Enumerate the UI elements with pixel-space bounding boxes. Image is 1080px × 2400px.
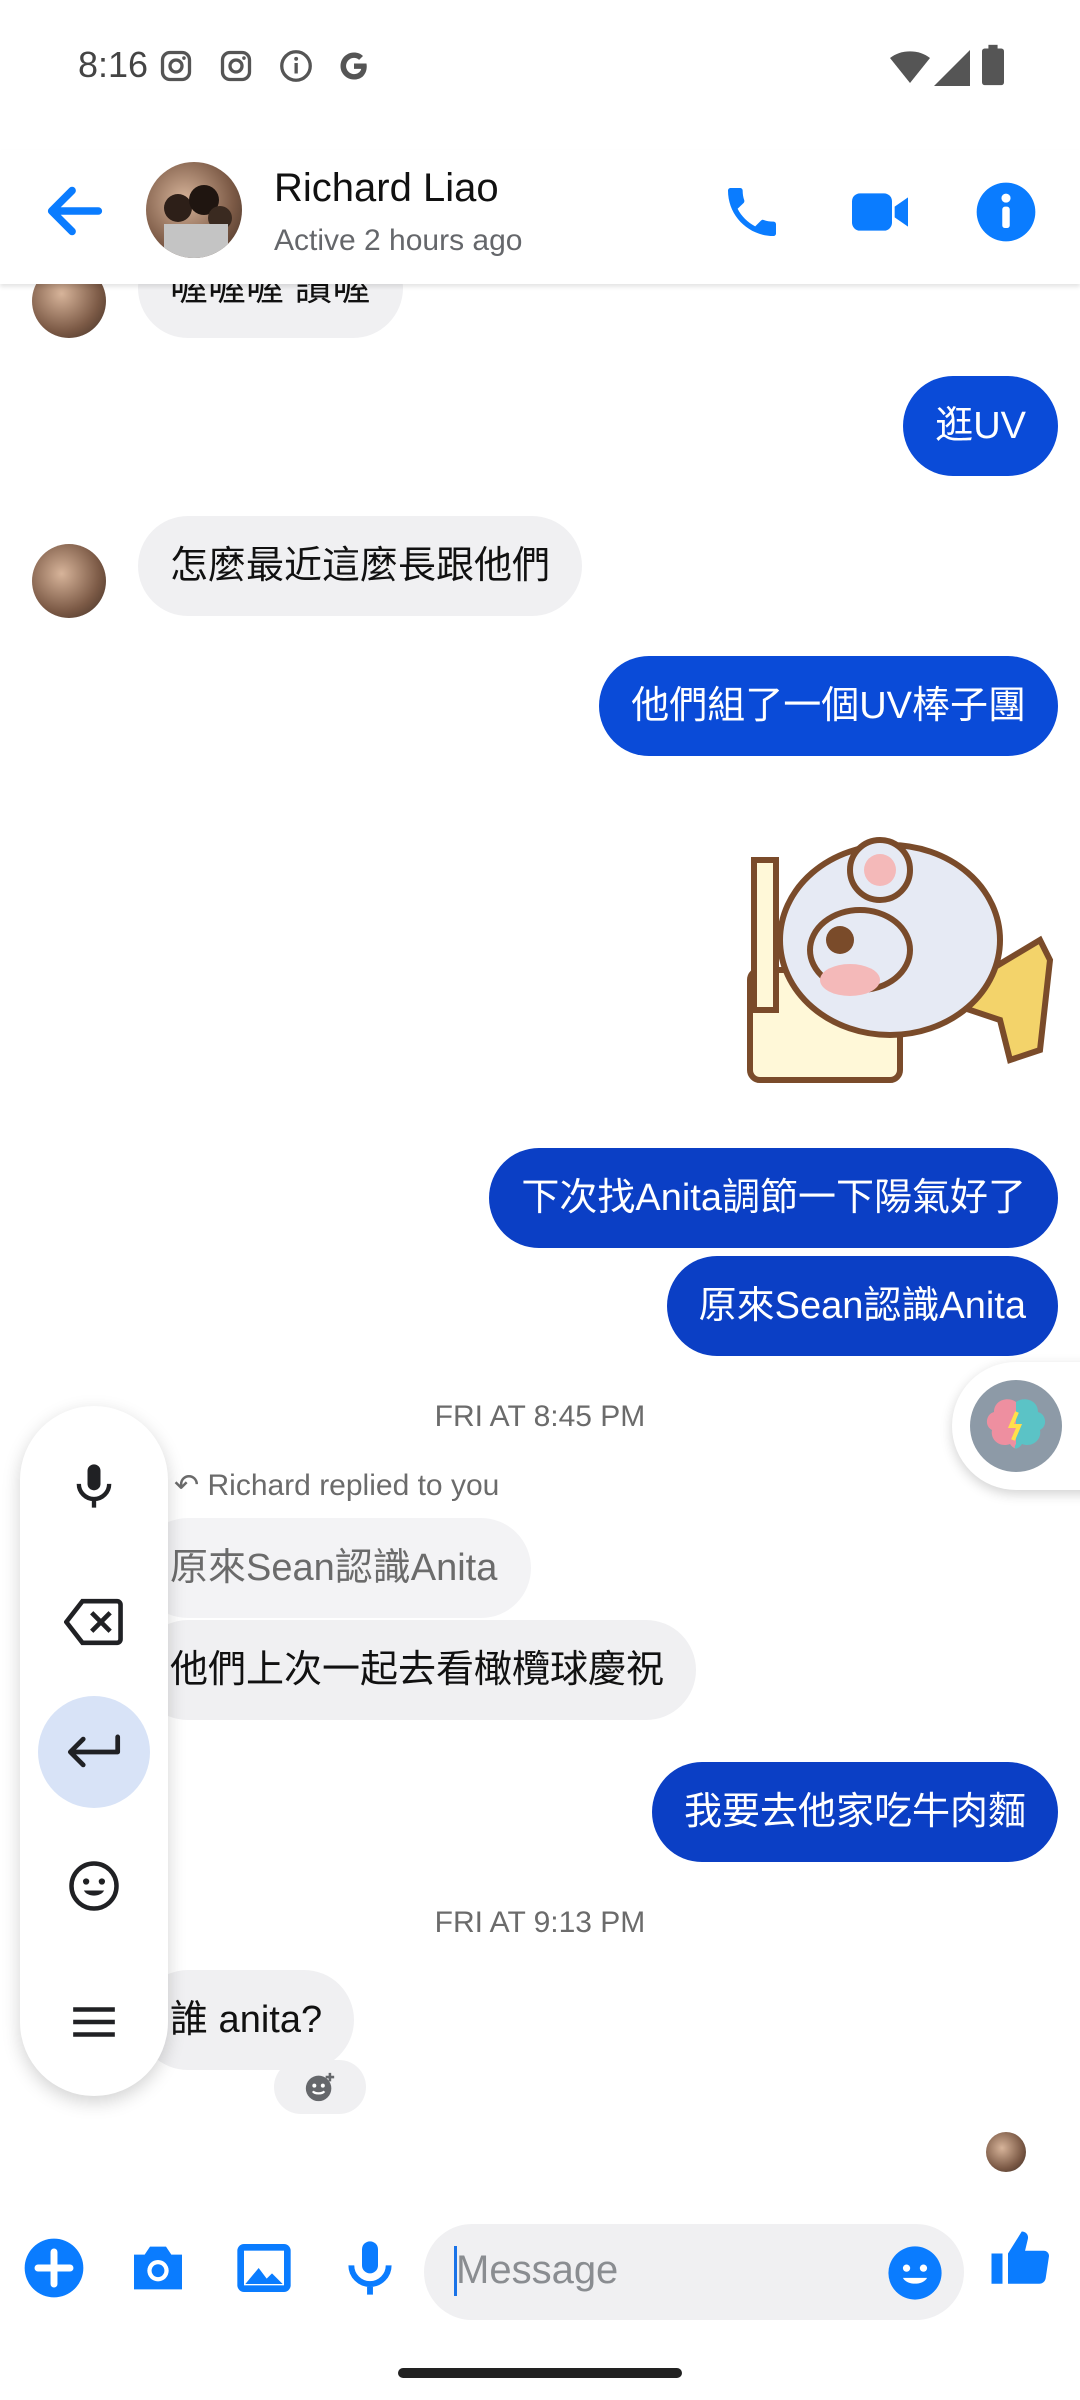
info-icon[interactable] xyxy=(974,180,1038,244)
add-reaction-icon xyxy=(305,2072,335,2102)
signal-icon xyxy=(934,50,970,86)
incoming-message[interactable]: 他們上次一起去看橄欖球慶祝 xyxy=(138,1620,697,1720)
contact-name[interactable]: Richard Liao xyxy=(274,166,499,211)
incoming-message[interactable]: 怎麼最近這麼長跟他們 xyxy=(138,516,583,616)
contact-active-status: Active 2 hours ago xyxy=(274,224,523,257)
outgoing-message[interactable]: 他們組了一個UV棒子團 xyxy=(599,656,1058,756)
reply-arrow-icon: ↶ xyxy=(174,1469,208,1502)
phone-icon[interactable] xyxy=(720,180,784,244)
contact-avatar[interactable] xyxy=(146,162,242,258)
outgoing-message[interactable]: 我要去他家吃牛肉麵 xyxy=(651,1762,1058,1862)
quoted-message[interactable]: 原來Sean認識Anita xyxy=(138,1518,532,1618)
instagram-icon xyxy=(160,50,192,82)
outgoing-message[interactable]: 下次找Anita調節一下陽氣好了 xyxy=(489,1148,1058,1248)
backspace-button[interactable] xyxy=(38,1566,150,1678)
microphone-icon xyxy=(76,1464,112,1508)
plus-icon[interactable] xyxy=(22,2236,86,2300)
outgoing-message[interactable]: 逛UV xyxy=(903,376,1058,476)
add-reaction-button[interactable] xyxy=(274,2060,366,2114)
gallery-icon[interactable] xyxy=(232,2236,296,2300)
emoji-button[interactable] xyxy=(38,1830,150,1942)
google-icon xyxy=(340,52,367,80)
timestamp: FRI AT 8:45 PM xyxy=(434,1400,646,1433)
incoming-message[interactable]: 誰 anita? xyxy=(138,1970,355,2070)
reply-note: ↶ Richard replied to you xyxy=(174,1469,500,1502)
emoji-icon xyxy=(69,1861,119,1911)
seen-avatar xyxy=(986,2132,1026,2172)
back-arrow-icon[interactable] xyxy=(40,176,110,246)
video-camera-icon[interactable] xyxy=(848,180,912,244)
brain-icon xyxy=(970,1380,1062,1472)
floating-assistant-bubble[interactable] xyxy=(952,1362,1080,1490)
instagram-icon xyxy=(220,50,252,82)
thumbs-up-icon[interactable] xyxy=(986,2226,1052,2292)
battery-icon xyxy=(982,44,1004,86)
message-input[interactable]: Message xyxy=(424,2224,964,2320)
bear-sleeping-sticker[interactable] xyxy=(740,820,1060,1090)
status-time: 8:16 xyxy=(78,44,149,85)
menu-button[interactable] xyxy=(38,1966,150,2078)
message-placeholder: Message xyxy=(456,2248,619,2292)
menu-icon xyxy=(73,2007,115,2037)
wifi-icon xyxy=(890,51,930,83)
home-indicator xyxy=(398,2368,682,2378)
info-notification-icon xyxy=(280,50,312,82)
enter-icon xyxy=(67,1734,121,1768)
keyboard-tool-panel xyxy=(20,1406,168,2096)
outgoing-message[interactable]: 原來Sean認識Anita xyxy=(666,1256,1058,1356)
backspace-icon xyxy=(64,1598,123,1646)
microphone-icon[interactable] xyxy=(338,2236,402,2300)
enter-button[interactable] xyxy=(38,1696,150,1808)
emoji-icon[interactable] xyxy=(886,2244,944,2302)
camera-icon[interactable] xyxy=(126,2236,190,2300)
voice-input-button[interactable] xyxy=(38,1430,150,1542)
contact-avatar-small[interactable] xyxy=(32,544,106,618)
